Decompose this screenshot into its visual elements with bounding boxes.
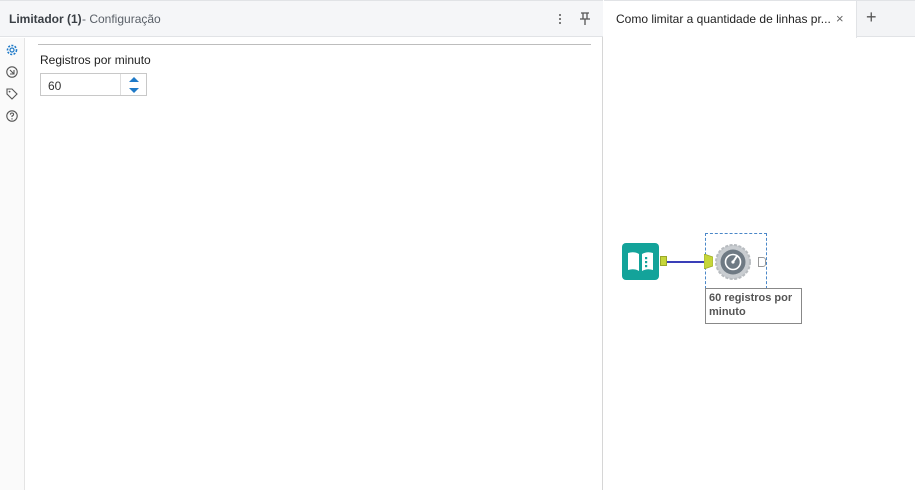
workflow-canvas[interactable]: 60 registros por minuto — [604, 37, 915, 490]
arrow-up-icon — [128, 76, 139, 82]
increment-button[interactable] — [121, 74, 146, 84]
panel-title: Limitador (1) — [9, 12, 82, 26]
records-per-minute-label: Registros por minuto — [40, 53, 151, 67]
pin-icon[interactable] — [578, 11, 592, 27]
divider — [38, 44, 591, 45]
stepper-buttons — [120, 74, 146, 95]
connection-icon[interactable] — [5, 65, 19, 79]
tab-label: Como limitar a quantidade de linhas pr..… — [616, 12, 831, 26]
stepper-value[interactable]: 60 — [48, 79, 61, 93]
side-toolbar — [0, 38, 25, 490]
arrow-down-icon — [128, 87, 139, 93]
workflow-canvas-panel: Como limitar a quantidade de linhas pr..… — [604, 0, 915, 490]
input-data-tool[interactable] — [622, 243, 659, 280]
help-icon[interactable] — [5, 109, 19, 123]
output-anchor[interactable] — [660, 256, 667, 266]
tab-bar: Como limitar a quantidade de linhas pr..… — [604, 0, 915, 38]
panel-header: Limitador (1) - Configuração — [0, 0, 603, 37]
gear-icon[interactable] — [5, 43, 19, 57]
tool-annotation: 60 registros por minuto — [705, 288, 802, 324]
book-icon — [628, 252, 653, 271]
input-anchor[interactable] — [704, 254, 713, 269]
output-anchor[interactable] — [758, 257, 766, 267]
tag-icon[interactable] — [5, 87, 19, 101]
panel-subtitle: - Configuração — [82, 12, 161, 26]
close-icon[interactable]: × — [836, 11, 844, 26]
configuration-panel: Limitador (1) - Configuração Registros p… — [0, 0, 603, 490]
throttle-tool-icon[interactable] — [715, 244, 751, 280]
tab-workflow[interactable]: Como limitar a quantidade de linhas pr..… — [604, 1, 857, 38]
connection-line[interactable] — [667, 261, 704, 263]
decrement-button[interactable] — [121, 85, 146, 95]
configuration-body: Registros por minuto 60 — [25, 38, 603, 490]
more-options-icon[interactable] — [554, 11, 566, 27]
records-per-minute-stepper[interactable]: 60 — [40, 73, 147, 96]
add-tab-icon[interactable]: + — [866, 7, 877, 28]
